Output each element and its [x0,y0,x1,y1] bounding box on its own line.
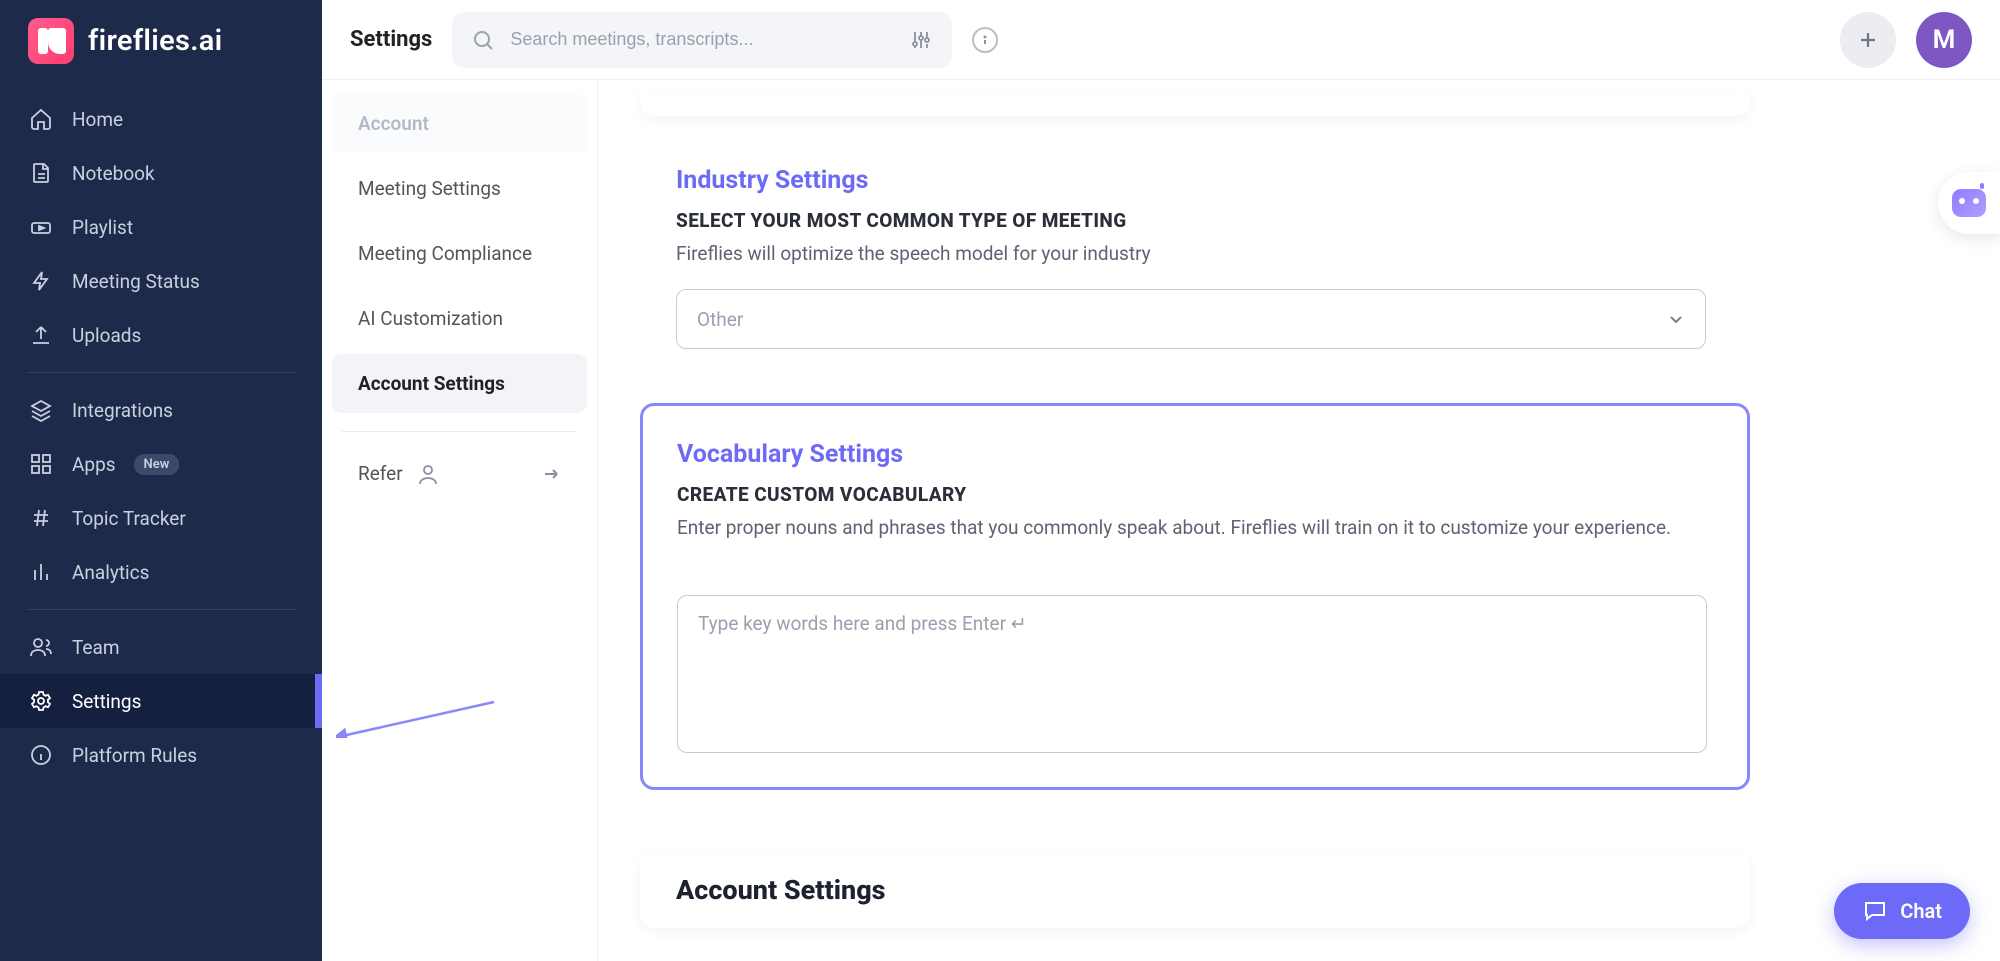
chat-label: Chat [1900,899,1942,923]
new-badge: New [134,454,180,475]
industry-select[interactable]: Other [676,289,1706,349]
sliders-icon[interactable] [906,25,936,55]
chat-icon [1862,898,1888,924]
brand-name: fireflies.ai [88,24,222,58]
primary-nav: Home Notebook Playlist Meeting Status Up… [0,86,322,788]
sidebar-item-meeting-status[interactable]: Meeting Status [0,254,322,308]
logo-mark-icon [28,18,74,64]
vocabulary-placeholder: Type key words here and press Enter ↵ [698,612,1027,635]
arrow-right-icon [541,464,561,484]
sidebar-item-label: Home [72,108,123,131]
sidebar-item-label: Settings [72,690,141,713]
sidebar-item-team[interactable]: Team [0,620,322,674]
sidebar-item-label: Playlist [72,216,133,239]
bolt-icon [28,268,54,294]
subnav-item-account-settings[interactable]: Account Settings [332,354,587,413]
chevron-down-icon [1667,310,1685,328]
subnav-item-meeting-compliance[interactable]: Meeting Compliance [332,224,587,283]
search-icon [468,25,498,55]
search-container [452,12,952,68]
vocabulary-settings-title: Vocabulary Settings [677,440,1713,469]
previous-card-bottom [640,90,1750,116]
sidebar-separator [26,372,296,373]
sidebar-item-uploads[interactable]: Uploads [0,308,322,362]
subnav-item-account[interactable]: Account [332,94,587,153]
add-button[interactable] [1840,12,1896,68]
upload-icon [28,322,54,348]
sidebar-item-label: Notebook [72,162,155,185]
sidebar-item-label: Team [72,636,120,659]
page-title: Settings [350,27,432,52]
sidebar-item-analytics[interactable]: Analytics [0,545,322,599]
sidebar-item-platform-rules[interactable]: Platform Rules [0,728,322,782]
subnav-item-ai-customization[interactable]: AI Customization [332,289,587,348]
account-settings-card: Account Settings [640,852,1750,928]
info-icon [28,742,54,768]
industry-select-value: Other [697,308,743,331]
sidebar-item-label: Integrations [72,399,173,422]
hash-icon [28,505,54,531]
bars-icon [28,559,54,585]
avatar-initial: M [1933,25,1956,55]
plus-icon [1856,28,1880,52]
vocabulary-settings-subtitle: CREATE CUSTOM VOCABULARY [677,483,1713,506]
file-icon [28,160,54,186]
sidebar-item-label: Meeting Status [72,270,200,293]
sidebar-item-label: Platform Rules [72,744,197,767]
layers-icon [28,397,54,423]
refer-link[interactable]: Refer [332,446,587,501]
help-icon[interactable] [972,27,998,53]
chat-button[interactable]: Chat [1834,883,1970,939]
industry-settings-description: Fireflies will optimize the speech model… [676,242,1964,265]
refer-label: Refer [358,462,403,485]
playlist-icon [28,214,54,240]
sidebar-item-label: Uploads [72,324,141,347]
sidebar-item-apps[interactable]: Apps New [0,437,322,491]
main-content: Industry Settings SELECT YOUR MOST COMMO… [598,80,2000,961]
users-icon [28,634,54,660]
industry-settings-subtitle: SELECT YOUR MOST COMMON TYPE OF MEETING [676,209,1964,232]
brand-logo[interactable]: fireflies.ai [0,0,322,86]
gear-icon [28,688,54,714]
subnav-separator [342,431,577,432]
vocabulary-input[interactable]: Type key words here and press Enter ↵ [677,595,1707,753]
sidebar-item-playlist[interactable]: Playlist [0,200,322,254]
search-input[interactable] [510,29,894,50]
sidebar-item-label: Analytics [72,561,149,584]
settings-subnav: Account Meeting Settings Meeting Complia… [322,80,598,961]
home-icon [28,106,54,132]
topbar: Settings M [322,0,2000,80]
industry-settings-title: Industry Settings [676,166,1964,195]
sidebar-separator [26,609,296,610]
account-settings-title: Account Settings [676,874,1714,906]
vocabulary-settings-card: Vocabulary Settings CREATE CUSTOM VOCABU… [640,403,1750,790]
grid-icon [28,451,54,477]
sidebar-item-notebook[interactable]: Notebook [0,146,322,200]
sidebar: fireflies.ai Home Notebook Playlist Meet… [0,0,322,961]
user-avatar[interactable]: M [1916,12,1972,68]
sidebar-item-label: Topic Tracker [72,507,186,530]
bot-icon [1952,189,1986,217]
subnav-item-meeting-settings[interactable]: Meeting Settings [332,159,587,218]
sidebar-item-integrations[interactable]: Integrations [0,383,322,437]
assistant-bot-button[interactable] [1938,172,2000,234]
vocabulary-settings-description: Enter proper nouns and phrases that you … [677,516,1713,539]
sidebar-item-label: Apps [72,453,116,476]
user-icon [417,463,439,485]
sidebar-item-settings[interactable]: Settings [0,674,322,728]
sidebar-item-topic-tracker[interactable]: Topic Tracker [0,491,322,545]
sidebar-item-home[interactable]: Home [0,92,322,146]
